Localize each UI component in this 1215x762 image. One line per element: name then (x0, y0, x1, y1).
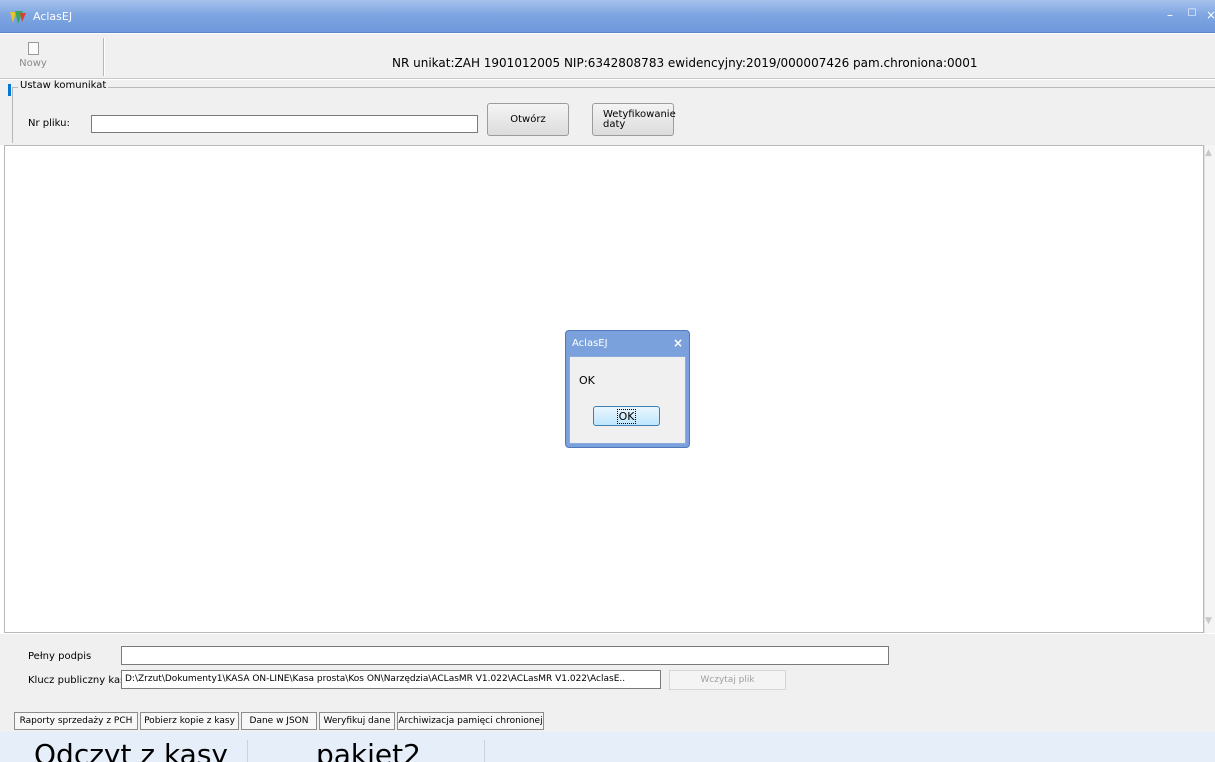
panel-separator-2 (484, 740, 485, 762)
public-key-label: Klucz publiczny kasy (28, 675, 132, 686)
toolbar-separator (103, 38, 105, 76)
full-signature-label: Pełny podpis (28, 651, 92, 662)
tab-json-data[interactable]: Dane w JSON (241, 712, 317, 730)
tab-verify-data[interactable]: Weryfikuj dane (319, 712, 395, 730)
file-number-label: Nr pliku: (28, 118, 70, 129)
maximize-button[interactable]: ☐ (1185, 8, 1199, 24)
arrow-up-icon[interactable]: ▲ (1205, 148, 1212, 158)
verify-date-button[interactable]: Wetyfikowanie daty (592, 103, 676, 136)
dialog-message: OK (579, 374, 595, 387)
read-from-register-text[interactable]: Odczyt z kasy (34, 738, 228, 762)
package-text[interactable]: pakiet2 (316, 738, 421, 762)
tab-pch-sales-reports[interactable]: Raporty sprzedaży z PCH (14, 712, 138, 730)
close-button[interactable]: × (1206, 8, 1215, 24)
dialog-body (569, 356, 686, 444)
dialog-ok-label: OK (616, 408, 637, 424)
dialog-ok-button[interactable]: OK (593, 406, 660, 426)
focus-marker (8, 84, 11, 96)
new-button[interactable]: Nowy (12, 38, 54, 76)
window-title: AclasEJ (33, 10, 73, 23)
device-info: NR unikat:ZAH 1901012005 NIP:6342808783 … (392, 56, 978, 70)
app-logo-icon (9, 9, 27, 25)
dialog-close-icon[interactable]: × (673, 336, 683, 350)
open-button[interactable]: Otwórz (487, 103, 569, 136)
public-key-path-input[interactable]: D:\Zrzut\Dokumenty1\KASA ON-LINE\Kasa pr… (121, 670, 661, 689)
tab-download-copies[interactable]: Pobierz kopie z kasy (140, 712, 239, 730)
minimize-button[interactable]: – (1163, 8, 1177, 24)
vertical-scrollbar[interactable] (1204, 145, 1215, 633)
title-bar (0, 0, 1215, 33)
verify-date-label-line2: daty (603, 119, 626, 130)
load-file-button[interactable]: Wczytaj plik (669, 670, 786, 690)
dialog-title: AclasEJ (572, 338, 608, 349)
document-icon (27, 42, 39, 55)
full-signature-input[interactable] (121, 646, 889, 665)
groupbox-label: Ustaw komunikat (18, 80, 109, 91)
file-number-input[interactable] (91, 115, 478, 133)
tab-archive-memory[interactable]: Archiwizacja pamięci chronionej (397, 712, 544, 730)
panel-separator (247, 740, 248, 762)
arrow-down-icon[interactable]: ▼ (1205, 616, 1212, 626)
new-button-label: Nowy (19, 58, 47, 69)
